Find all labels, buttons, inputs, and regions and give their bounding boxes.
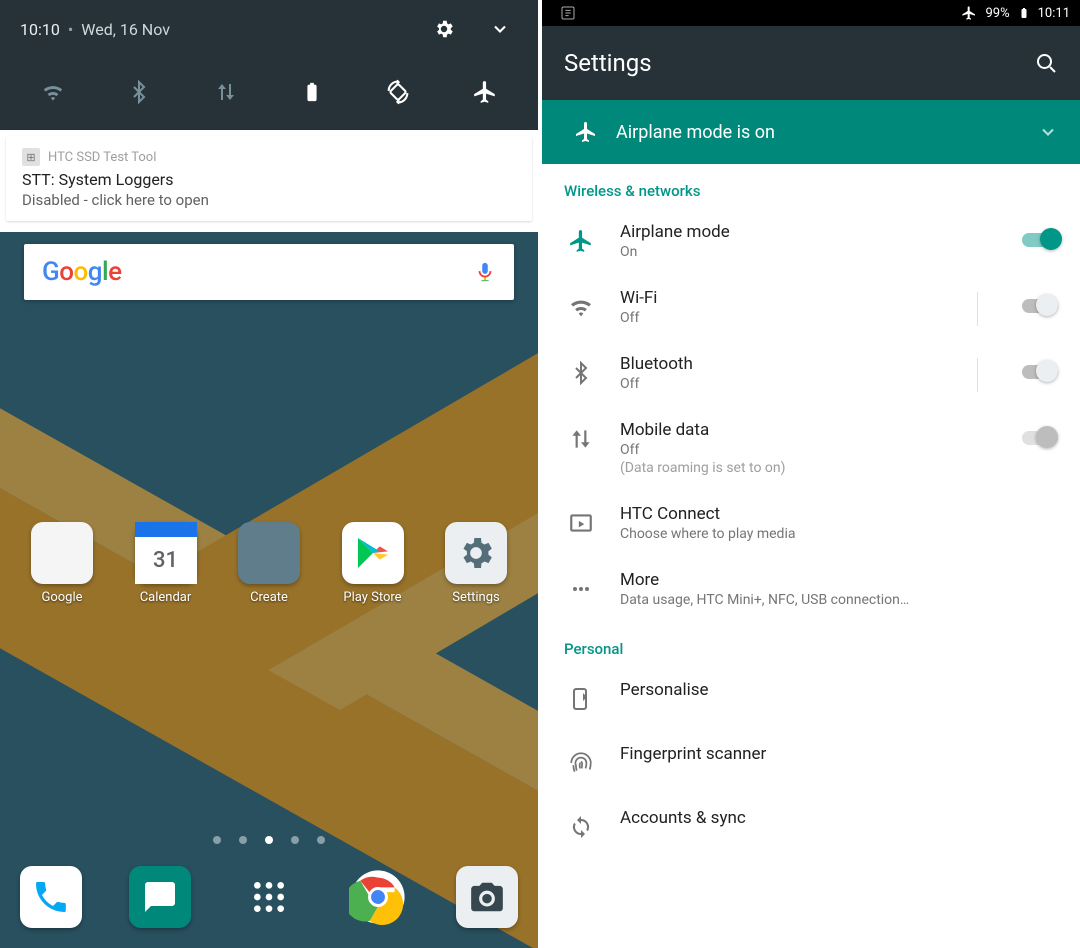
row-more[interactable]: More Data usage, HTC Mini+, NFC, USB conn… <box>542 556 1080 622</box>
row-bluetooth[interactable]: Bluetooth Off <box>542 340 1080 406</box>
wifi-icon <box>564 290 598 324</box>
phone-right: 99% 10:11 Settings Airplane mode is on W… <box>540 0 1080 948</box>
qs-time: 10:10 <box>20 20 60 39</box>
app-label: Calendar <box>140 590 192 605</box>
battery-toggle-icon[interactable] <box>290 70 334 114</box>
row-sub: Off <box>620 376 955 392</box>
settings-appbar: Settings <box>542 26 1080 100</box>
cast-icon <box>564 506 598 540</box>
airplane-status-icon <box>961 5 977 21</box>
hotseat-chrome[interactable] <box>347 866 409 928</box>
banner-chevron-icon <box>1038 122 1058 142</box>
status-time: 10:11 <box>1038 6 1070 21</box>
row-title: HTC Connect <box>620 504 1058 524</box>
app-calendar[interactable]: 31 Calendar <box>124 522 208 605</box>
hotseat-camera[interactable] <box>456 866 518 928</box>
notification-card[interactable]: ⊞ HTC SSD Test Tool STT: System Loggers … <box>6 136 532 221</box>
airplane-banner[interactable]: Airplane mode is on <box>542 100 1080 164</box>
row-wifi[interactable]: Wi-Fi Off <box>542 274 1080 340</box>
mobile-data-icon <box>564 422 598 456</box>
row-airplane-mode[interactable]: Airplane mode On <box>542 208 1080 274</box>
airplane-icon <box>564 224 598 258</box>
row-hint: (Data roaming is set to on) <box>620 460 992 476</box>
app-settings[interactable]: Settings <box>434 522 518 605</box>
row-title: More <box>620 570 1058 590</box>
app-label: Settings <box>452 590 499 605</box>
sync-icon <box>564 810 598 844</box>
row-sub: Off <box>620 442 992 458</box>
row-personalise[interactable]: Personalise <box>542 666 1080 730</box>
notification-app-icon: ⊞ <box>22 148 40 166</box>
airplane-banner-icon <box>564 120 608 144</box>
section-personal: Personal <box>542 622 1080 666</box>
row-sub: Data usage, HTC Mini+, NFC, USB connecti… <box>620 592 1058 608</box>
row-title: Bluetooth <box>620 354 955 374</box>
fingerprint-icon <box>564 746 598 780</box>
hotseat-phone[interactable] <box>20 866 82 928</box>
airplane-toggle-icon[interactable] <box>463 70 507 114</box>
notification-body: Disabled - click here to open <box>22 191 516 209</box>
row-sub: Choose where to play media <box>620 526 1058 542</box>
app-google-folder[interactable]: Google <box>20 522 104 605</box>
search-icon[interactable] <box>1034 51 1058 75</box>
notification-app-name: HTC SSD Test Tool <box>48 150 156 165</box>
wifi-switch[interactable] <box>1014 294 1058 318</box>
page-indicator <box>0 836 538 844</box>
mobile-data-switch[interactable] <box>1014 426 1058 450</box>
google-search-bar[interactable]: Google <box>24 244 514 300</box>
row-sub: On <box>620 244 992 260</box>
app-create-folder[interactable]: Create <box>227 522 311 605</box>
personalise-icon <box>564 682 598 716</box>
airplane-banner-text: Airplane mode is on <box>616 122 775 143</box>
settings-gear-icon[interactable] <box>426 11 462 47</box>
battery-percent: 99% <box>985 6 1009 21</box>
quick-settings-panel: 10:10 • Wed, 16 Nov <box>0 0 538 130</box>
expand-caret-icon[interactable] <box>482 11 518 47</box>
row-accounts-sync[interactable]: Accounts & sync <box>542 794 1080 858</box>
settings-title: Settings <box>564 49 652 77</box>
row-title: Fingerprint scanner <box>620 744 1058 764</box>
rotate-toggle-icon[interactable] <box>376 70 420 114</box>
app-label: Play Store <box>343 590 401 605</box>
bluetooth-icon <box>564 356 598 390</box>
phone-left: 10:10 • Wed, 16 Nov <box>0 0 540 948</box>
hotseat-messages[interactable] <box>129 866 191 928</box>
app-play-store[interactable]: Play Store <box>331 522 415 605</box>
row-title: Mobile data <box>620 420 992 440</box>
more-dots-icon <box>564 572 598 606</box>
wifi-toggle-icon[interactable] <box>31 70 75 114</box>
qs-date: Wed, 16 Nov <box>81 20 170 39</box>
home-wallpaper: Google Google 31 Calendar <box>0 232 538 948</box>
app-label: Create <box>250 590 288 605</box>
status-bar: 99% 10:11 <box>542 0 1080 26</box>
row-sub: Off <box>620 310 955 326</box>
row-title: Airplane mode <box>620 222 992 242</box>
bluetooth-switch[interactable] <box>1014 360 1058 384</box>
airplane-switch[interactable] <box>1014 228 1058 252</box>
qs-dot-separator: • <box>68 20 73 39</box>
hotseat-appdrawer[interactable] <box>238 866 300 928</box>
google-logo: Google <box>42 257 122 287</box>
row-title: Wi-Fi <box>620 288 955 308</box>
battery-status-icon <box>1018 5 1030 21</box>
row-htc-connect[interactable]: HTC Connect Choose where to play media <box>542 490 1080 556</box>
row-title: Accounts & sync <box>620 808 1058 828</box>
row-mobile-data[interactable]: Mobile data Off (Data roaming is set to on… <box>542 406 1080 490</box>
bluetooth-toggle-icon[interactable] <box>117 70 161 114</box>
data-toggle-icon[interactable] <box>204 70 248 114</box>
microphone-icon[interactable] <box>474 261 496 283</box>
row-fingerprint[interactable]: Fingerprint scanner <box>542 730 1080 794</box>
app-label: Google <box>41 590 82 605</box>
notification-title: STT: System Loggers <box>22 170 516 189</box>
status-app-icon <box>560 5 576 21</box>
section-wireless: Wireless & networks <box>542 164 1080 208</box>
row-title: Personalise <box>620 680 1058 700</box>
